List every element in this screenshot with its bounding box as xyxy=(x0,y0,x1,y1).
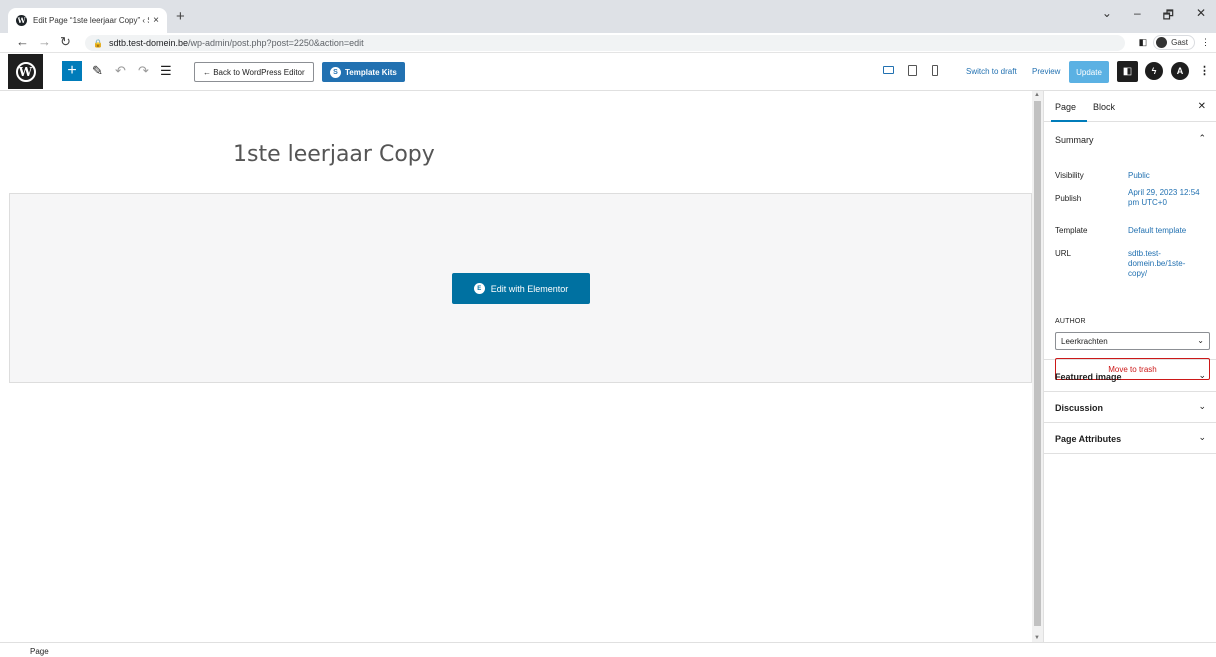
lock-icon: 🔒 xyxy=(93,38,103,48)
panel-title: Page Attributes xyxy=(1055,434,1122,444)
close-sidebar-icon[interactable]: ✕ xyxy=(1198,101,1206,112)
canvas-scrollbar[interactable]: ▲ ▼ xyxy=(1032,91,1043,642)
panel-page-attributes[interactable]: Page Attributes ⌄ xyxy=(1044,423,1216,454)
back-to-wordpress-editor-button[interactable]: ← Back to WordPress Editor xyxy=(194,62,314,82)
browser-menu-icon[interactable]: ⋮ xyxy=(1201,37,1210,48)
tab-title: Edit Page “1ste leerjaar Copy” ‹ S xyxy=(33,16,150,25)
restore-button[interactable]: 🗗 xyxy=(1163,6,1174,27)
minimize-button[interactable]: – xyxy=(1134,6,1141,27)
preview-button[interactable]: Preview xyxy=(1032,67,1060,76)
panel-featured-image[interactable]: Featured image ⌄ xyxy=(1044,361,1216,392)
wordpress-icon: W xyxy=(15,61,36,82)
reload-icon[interactable]: ↻ xyxy=(60,34,71,50)
sidebar-panels: Featured image ⌄ Discussion ⌄ Page Attri… xyxy=(1044,361,1216,454)
elementor-placeholder: E Edit with Elementor xyxy=(9,193,1032,383)
url-path: /wp-admin/post.php?post=2250&action=edit xyxy=(188,38,364,48)
settings-sidebar: Page Block ✕ Summary ⌃ Visibility Public… xyxy=(1043,91,1216,642)
tab-page[interactable]: Page xyxy=(1050,102,1088,122)
browser-tab[interactable]: W Edit Page “1ste leerjaar Copy” ‹ S × xyxy=(8,8,167,33)
tab-search-icon[interactable]: ⌄ xyxy=(1102,6,1112,27)
document-overview-icon[interactable]: ☰ xyxy=(160,61,172,81)
window-controls: ⌄ – 🗗 ✕ xyxy=(1102,6,1206,27)
mobile-preview-icon[interactable] xyxy=(932,65,938,76)
elementor-icon: E xyxy=(473,283,485,294)
avatar-icon xyxy=(1156,37,1168,48)
url-input[interactable]: 🔒 sdtb.test-domein.be/wp-admin/post.php?… xyxy=(85,35,1125,51)
edit-with-elementor-label: Edit with Elementor xyxy=(490,283,569,294)
settings-sidebar-icon[interactable]: ◧ xyxy=(1117,61,1138,82)
panel-discussion[interactable]: Discussion ⌄ xyxy=(1044,392,1216,423)
chevron-down-icon: ⌄ xyxy=(1198,401,1206,411)
browser-tabbar: W Edit Page “1ste leerjaar Copy” ‹ S × +… xyxy=(0,0,1216,33)
forward-arrow-icon[interactable]: → xyxy=(38,34,51,49)
panel-title: Featured image xyxy=(1055,372,1122,382)
template-kits-icon: S xyxy=(330,66,341,78)
tablet-preview-icon[interactable] xyxy=(908,65,917,76)
new-tab-button[interactable]: + xyxy=(176,8,185,25)
template-kits-button[interactable]: S Template Kits xyxy=(322,62,405,82)
editor-footer: Page xyxy=(0,642,1216,657)
profile-label: Gast xyxy=(1171,38,1188,47)
close-window-button[interactable]: ✕ xyxy=(1196,6,1206,27)
back-arrow-icon[interactable]: ← xyxy=(16,34,29,49)
edit-with-elementor-button[interactable]: E Edit with Elementor xyxy=(452,273,590,304)
address-bar-row: ← → ↻ 🔒 sdtb.test-domein.be/wp-admin/pos… xyxy=(0,33,1216,53)
tab-close-icon[interactable]: × xyxy=(153,15,159,26)
tools-pencil-icon[interactable]: ✎ xyxy=(92,61,103,81)
undo-icon[interactable]: ↶ xyxy=(115,61,126,81)
page-title[interactable]: 1ste leerjaar Copy xyxy=(233,142,435,167)
profile-button[interactable]: Gast xyxy=(1153,35,1195,50)
scroll-up-icon[interactable]: ▲ xyxy=(1034,92,1040,98)
url-host: sdtb.test-domein.be xyxy=(108,38,189,48)
chevron-down-icon: ⌄ xyxy=(1198,370,1206,380)
trash-wrap: Move to trash xyxy=(1044,122,1216,380)
update-button[interactable]: Update xyxy=(1069,61,1109,83)
side-panel-icon[interactable]: ◧ xyxy=(1139,37,1148,48)
scroll-down-icon[interactable]: ▼ xyxy=(1034,635,1040,641)
desktop-preview-icon[interactable] xyxy=(883,66,894,74)
wordpress-favicon-icon: W xyxy=(16,15,27,26)
editor-toolbar: W + ✎ ↶ ↷ ☰ ← Back to WordPress Editor S… xyxy=(0,53,1216,91)
tab-block[interactable]: Block xyxy=(1093,102,1115,112)
options-menu-icon[interactable]: ⋮ xyxy=(1199,64,1210,77)
plugin-a-icon[interactable]: A xyxy=(1171,62,1189,80)
add-block-button[interactable]: + xyxy=(62,61,82,81)
template-kits-label: Template Kits xyxy=(345,67,397,77)
sidebar-tabs: Page Block ✕ xyxy=(1044,91,1216,122)
scrollbar-thumb[interactable] xyxy=(1034,101,1041,626)
browser-actions: ◧ Gast ⋮ xyxy=(1139,35,1210,50)
plugin-bolt-icon[interactable]: ϟ xyxy=(1145,62,1163,80)
breadcrumb[interactable]: Page xyxy=(30,647,49,656)
switch-to-draft-button[interactable]: Switch to draft xyxy=(966,67,1017,76)
editor-canvas: 1ste leerjaar Copy E Edit with Elementor xyxy=(0,91,1032,642)
redo-icon[interactable]: ↷ xyxy=(138,61,149,81)
panel-title: Discussion xyxy=(1055,403,1104,413)
wordpress-logo-button[interactable]: W xyxy=(8,54,43,89)
chevron-down-icon: ⌄ xyxy=(1198,432,1206,442)
